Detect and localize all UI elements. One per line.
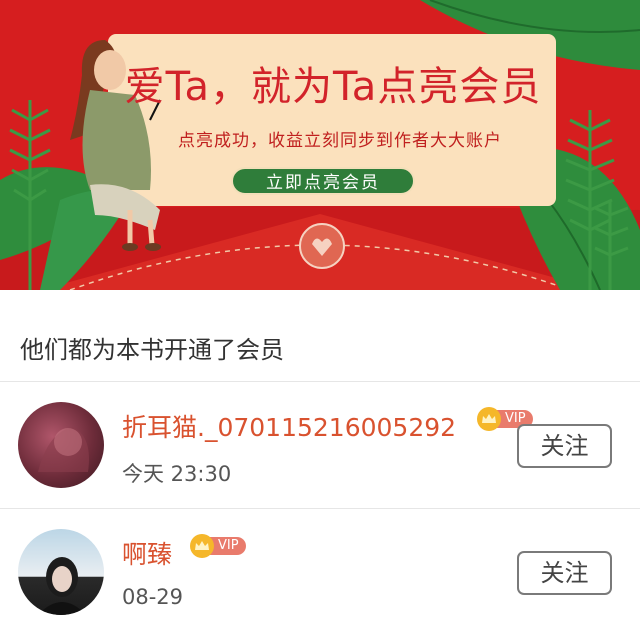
avatar[interactable]: [18, 402, 104, 488]
follow-button[interactable]: 关注: [517, 551, 612, 595]
crown-icon: [190, 534, 214, 558]
member-time: 今天 23:30: [122, 462, 232, 486]
crown-icon: [477, 407, 501, 431]
section-title: 他们都为本书开通了会员: [20, 336, 284, 364]
member-time: 08-29: [122, 585, 184, 609]
banner-headline: 爱Ta，就为Ta点亮会员: [124, 64, 542, 110]
list-item: 啊臻 VIP 08-29 关注: [0, 509, 640, 635]
member-promo-banner[interactable]: 爱Ta，就为Ta点亮会员 点亮成功，收益立刻同步到作者大大账户 立即点亮会员: [0, 0, 640, 290]
follow-button[interactable]: 关注: [517, 424, 612, 468]
member-name[interactable]: 折耳猫._070115216005292: [122, 408, 456, 444]
member-name[interactable]: 啊臻: [122, 535, 172, 571]
avatar[interactable]: [18, 529, 104, 615]
banner-subline: 点亮成功，收益立刻同步到作者大大账户: [178, 131, 502, 151]
list-item: 折耳猫._070115216005292 VIP 今天 23:30 关注: [0, 382, 640, 508]
activate-membership-button[interactable]: 立即点亮会员: [231, 167, 415, 195]
vip-badge: VIP: [190, 534, 246, 558]
